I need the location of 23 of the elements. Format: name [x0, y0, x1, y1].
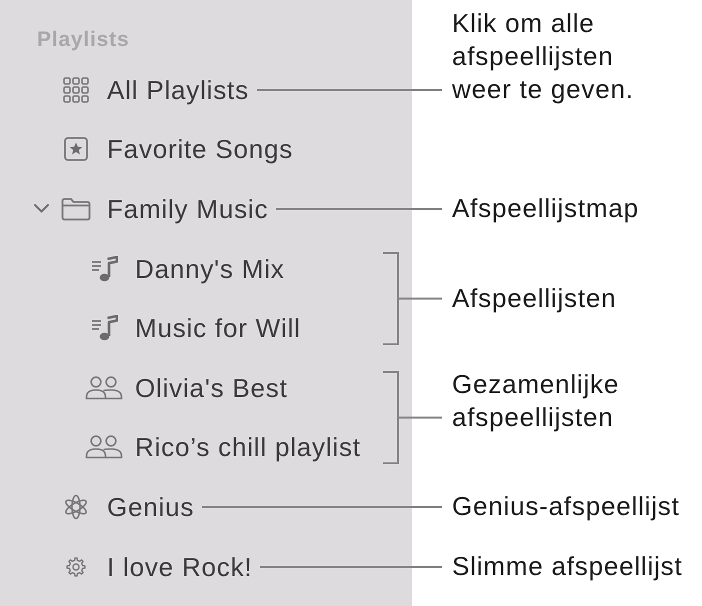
music-list-icon [90, 315, 118, 342]
gear-icon [66, 556, 86, 577]
sidebar-item[interactable]: Olivia's Best [80, 372, 288, 404]
sidebar-item[interactable]: Rico’s chill playlist [80, 431, 361, 464]
folder-icon [61, 196, 91, 221]
callout-text: Afspeellijsten [452, 282, 616, 315]
sidebar-item[interactable]: Genius [52, 490, 194, 523]
grid-icon [63, 76, 89, 103]
callout-text: Gezamenlijke afspeellijsten [452, 368, 620, 434]
people-icon [85, 435, 123, 460]
atom-icon [65, 494, 87, 520]
sidebar-item[interactable]: Favorite Songs [52, 133, 294, 166]
callout-text: Afspeellijstmap [452, 192, 639, 226]
sidebar-item[interactable]: Music for Will [80, 312, 301, 344]
people-icon [85, 376, 123, 400]
music-list-icon [90, 256, 118, 282]
sidebar-item[interactable]: Family Music [52, 192, 268, 225]
callout-text: Genius-afspeellijst [452, 490, 680, 524]
sidebar-item[interactable]: Danny's Mix [80, 252, 285, 285]
callout-text: Klik om alle afspeellijsten weer te geven. [452, 7, 634, 106]
sidebar-item[interactable]: All Playlists [52, 74, 249, 106]
sidebar-item[interactable]: I love Rock! [52, 550, 252, 583]
callout-text: Slimme afspeellijst [452, 550, 682, 584]
